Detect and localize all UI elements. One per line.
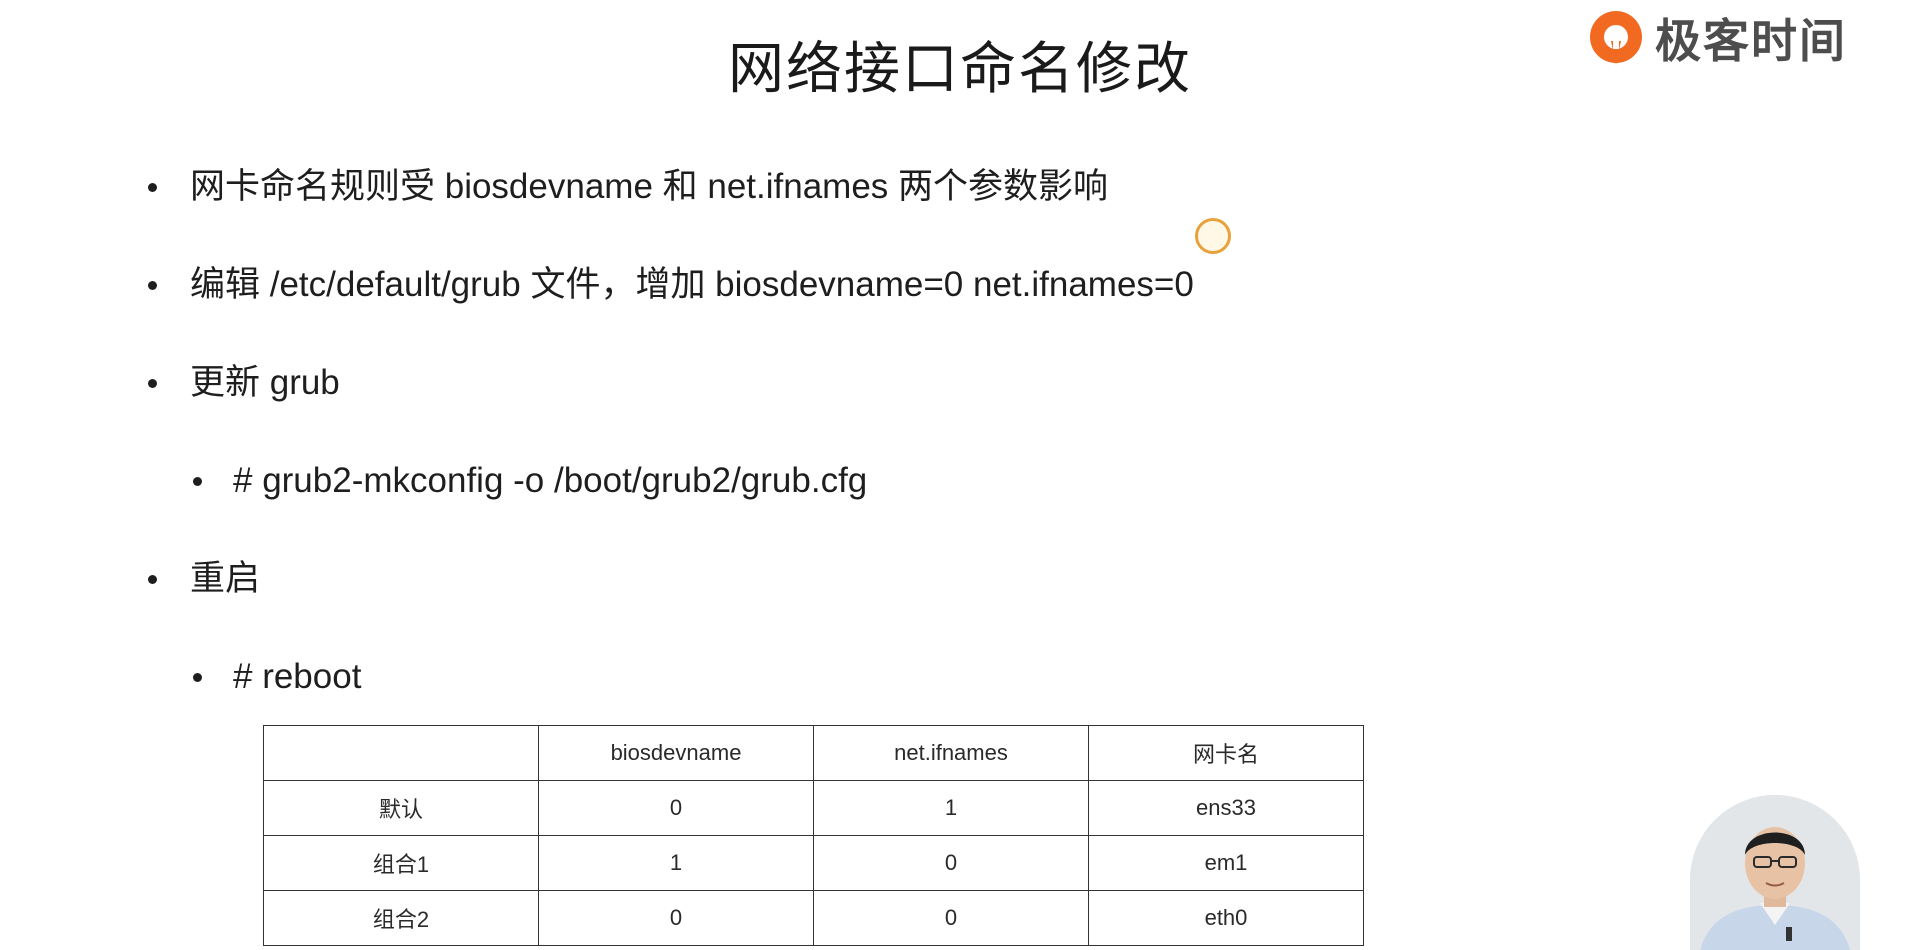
bullet-text: 重启 [190,559,261,598]
presenter-avatar-icon [1690,795,1860,950]
bullet-item: 重启 [140,547,1440,645]
table-cell: em1 [1088,835,1364,891]
bullet-dot [148,379,157,388]
naming-config-table: biosdevname net.ifnames 网卡名 默认 0 1 ens33… [263,725,1364,946]
brand-name: 极客时间 [1655,14,1847,67]
bullet-dot [148,281,157,290]
command-text: # grub2-mkconfig -o /boot/grub2/grub.cfg [233,461,868,500]
bullet-dot [148,575,157,584]
table-row: 组合1 1 0 em1 [263,835,1364,891]
bullet-item: 更新 grub [140,351,1440,449]
table-row: 组合2 0 0 eth0 [263,890,1364,946]
table-cell: 组合2 [263,890,539,946]
table-cell: ens33 [1088,780,1364,836]
table-header-cell: biosdevname [538,725,814,781]
bullet-item: 编辑 /etc/default/grub 文件，增加 biosdevname=0… [140,253,1440,351]
bullet-text: 更新 grub [190,363,340,402]
bullet-dot [148,183,157,192]
cursor-highlight-icon [1195,218,1231,254]
table-cell: 组合1 [263,835,539,891]
bullet-item: 网卡命名规则受 biosdevname 和 net.ifnames 两个参数影响 [140,155,1440,253]
table-cell: 0 [538,890,814,946]
table-row: 默认 0 1 ens33 [263,780,1364,836]
bullet-list: 网卡命名规则受 biosdevname 和 net.ifnames 两个参数影响… [140,155,1440,743]
presenter-webcam [1690,795,1860,950]
table-cell: 1 [813,780,1089,836]
command-text: # reboot [233,657,362,696]
table-header-row: biosdevname net.ifnames 网卡名 [263,725,1364,781]
sub-bullet-item: # grub2-mkconfig -o /boot/grub2/grub.cfg [140,449,1440,547]
table-cell: eth0 [1088,890,1364,946]
table-header-cell [263,725,539,781]
brand: 极客时间 [1585,0,1847,75]
table-cell: 0 [813,890,1089,946]
bullet-dot [193,477,202,486]
table-cell: 1 [538,835,814,891]
bullet-text: 网卡命名规则受 biosdevname 和 net.ifnames 两个参数影响 [190,167,1109,206]
geektime-logo-icon [1590,10,1642,65]
table-header-cell: 网卡名 [1088,725,1364,781]
bullet-dot [193,673,202,682]
table-cell: 0 [538,780,814,836]
table-cell: 0 [813,835,1089,891]
table-cell: 默认 [263,780,539,836]
table-header-cell: net.ifnames [813,725,1089,781]
bullet-text: 编辑 /etc/default/grub 文件，增加 biosdevname=0… [190,265,1194,304]
